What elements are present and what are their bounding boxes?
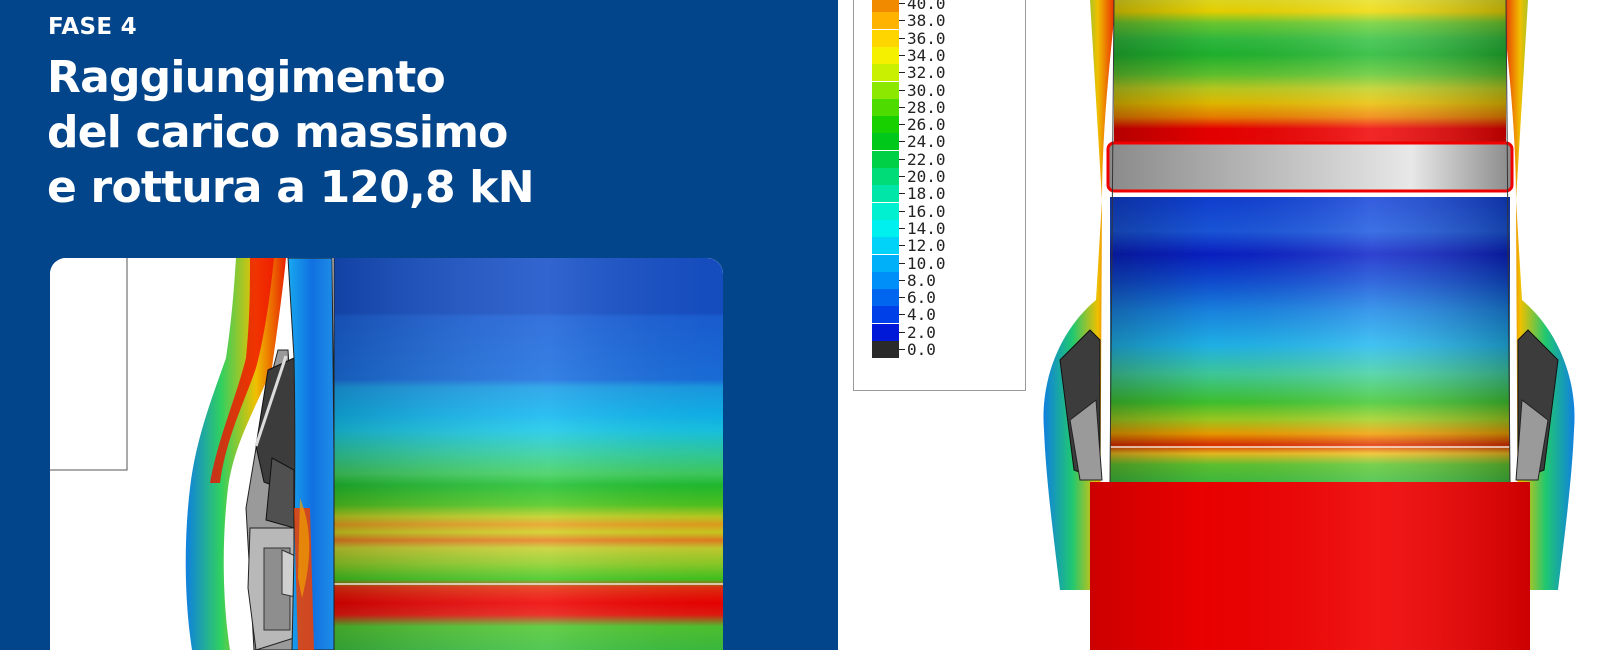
legend-swatch [872, 64, 899, 82]
legend-tick [899, 297, 905, 299]
legend-swatch [872, 12, 899, 30]
legend-swatch [872, 219, 899, 237]
legend-value: 22.0 [907, 149, 946, 169]
legend-value: 24.0 [907, 132, 946, 152]
legend-tick [899, 72, 905, 74]
legend-entry: 26.0 [872, 115, 982, 135]
legend-entry: 12.0 [872, 236, 982, 256]
legend-entry: 18.0 [872, 184, 982, 204]
legend-swatch [872, 271, 899, 289]
legend-value: 12.0 [907, 236, 946, 256]
title-line: Raggiungimento [47, 52, 446, 103]
phase-label: FASE 4 [48, 14, 137, 40]
legend-swatch [872, 98, 899, 116]
title-panel: FASE 4 Raggiungimento del carico massimo… [0, 0, 838, 650]
legend-entry: 6.0 [872, 288, 982, 308]
legend-tick [899, 262, 905, 264]
legend-entry: 22.0 [872, 149, 982, 169]
legend-value: 10.0 [907, 253, 946, 273]
legend-swatch [872, 29, 899, 47]
legend-entry: 16.0 [872, 201, 982, 221]
legend-entry: 0.0 [872, 341, 982, 358]
legend-swatch [872, 254, 899, 272]
detail-contour-plot [50, 258, 723, 650]
legend-tick [899, 176, 905, 177]
legend-tick [899, 193, 905, 195]
legend-entry: 30.0 [872, 80, 982, 100]
legend-entry: 10.0 [872, 253, 982, 273]
legend-entry: 40.0 [872, 0, 982, 12]
detail-view-panel [50, 258, 723, 650]
legend-value: 18.0 [907, 184, 946, 204]
legend-entry: 2.0 [872, 322, 982, 342]
legend-swatch [872, 133, 899, 151]
legend-tick [899, 106, 905, 108]
legend-value: 26.0 [907, 115, 946, 135]
legend-tick [899, 279, 905, 281]
legend-tick [899, 158, 905, 160]
legend-tick [899, 331, 905, 333]
legend-tick [899, 314, 905, 316]
legend-value: 14.0 [907, 218, 946, 238]
legend-value: 20.0 [907, 167, 946, 186]
title-line: del carico massimo [47, 107, 508, 158]
legend-swatch [872, 185, 899, 203]
legend-value: 28.0 [907, 97, 946, 117]
legend-tick [899, 210, 905, 212]
legend-swatch [872, 116, 899, 134]
legend-value: 40.0 [907, 0, 946, 13]
legend-entry: 28.0 [872, 97, 982, 117]
legend-tick [899, 89, 905, 91]
legend-swatch [872, 0, 899, 12]
legend-swatch [872, 168, 899, 185]
legend-swatch [872, 150, 899, 168]
legend-panel: 40.0 38.0 36.0 34.0 32.0 30.0 28.0 26.0 24.0 22.0… [853, 0, 1026, 391]
legend-entry: 24.0 [872, 132, 982, 152]
legend-value: 34.0 [907, 45, 946, 65]
legend-swatch [872, 202, 899, 220]
legend-value: 0.0 [907, 340, 936, 359]
legend-swatch [872, 237, 899, 255]
page-title: Raggiungimento del carico massimo e rott… [47, 50, 535, 215]
legend-value: 16.0 [907, 201, 946, 221]
legend-entry: 20.0 [872, 168, 982, 185]
legend-tick [899, 37, 905, 39]
legend-tick [899, 227, 905, 229]
legend-tick [899, 245, 905, 247]
legend-tick [899, 20, 905, 22]
title-line: e rottura a 120,8 kN [47, 162, 535, 213]
legend-tick [899, 3, 905, 4]
grip-ring [1106, 141, 1514, 193]
legend-entry: 14.0 [872, 218, 982, 238]
legend-swatch [872, 306, 899, 324]
legend-tick [899, 141, 905, 143]
legend-value: 4.0 [907, 305, 936, 325]
legend-entry: 36.0 [872, 28, 982, 48]
legend-swatch [872, 46, 899, 64]
legend-value: 36.0 [907, 28, 946, 48]
legend-swatch [872, 289, 899, 307]
legend-entry: 8.0 [872, 270, 982, 290]
legend-value: 38.0 [907, 11, 946, 31]
legend-tick [899, 349, 905, 350]
legend-entry: 34.0 [872, 45, 982, 65]
legend-tick [899, 54, 905, 56]
legend-value: 30.0 [907, 80, 946, 100]
legend-entry: 38.0 [872, 11, 982, 31]
legend-swatch [872, 81, 899, 99]
legend-value: 8.0 [907, 270, 936, 290]
legend-swatch [872, 323, 899, 341]
legend-swatch [872, 341, 899, 358]
legend-value: 2.0 [907, 322, 936, 342]
legend-entry: 4.0 [872, 305, 982, 325]
full-contour-plot [1043, 0, 1575, 650]
legend-value: 32.0 [907, 63, 946, 83]
legend-entry: 32.0 [872, 63, 982, 83]
legend-tick [899, 124, 905, 126]
legend-value: 6.0 [907, 288, 936, 308]
